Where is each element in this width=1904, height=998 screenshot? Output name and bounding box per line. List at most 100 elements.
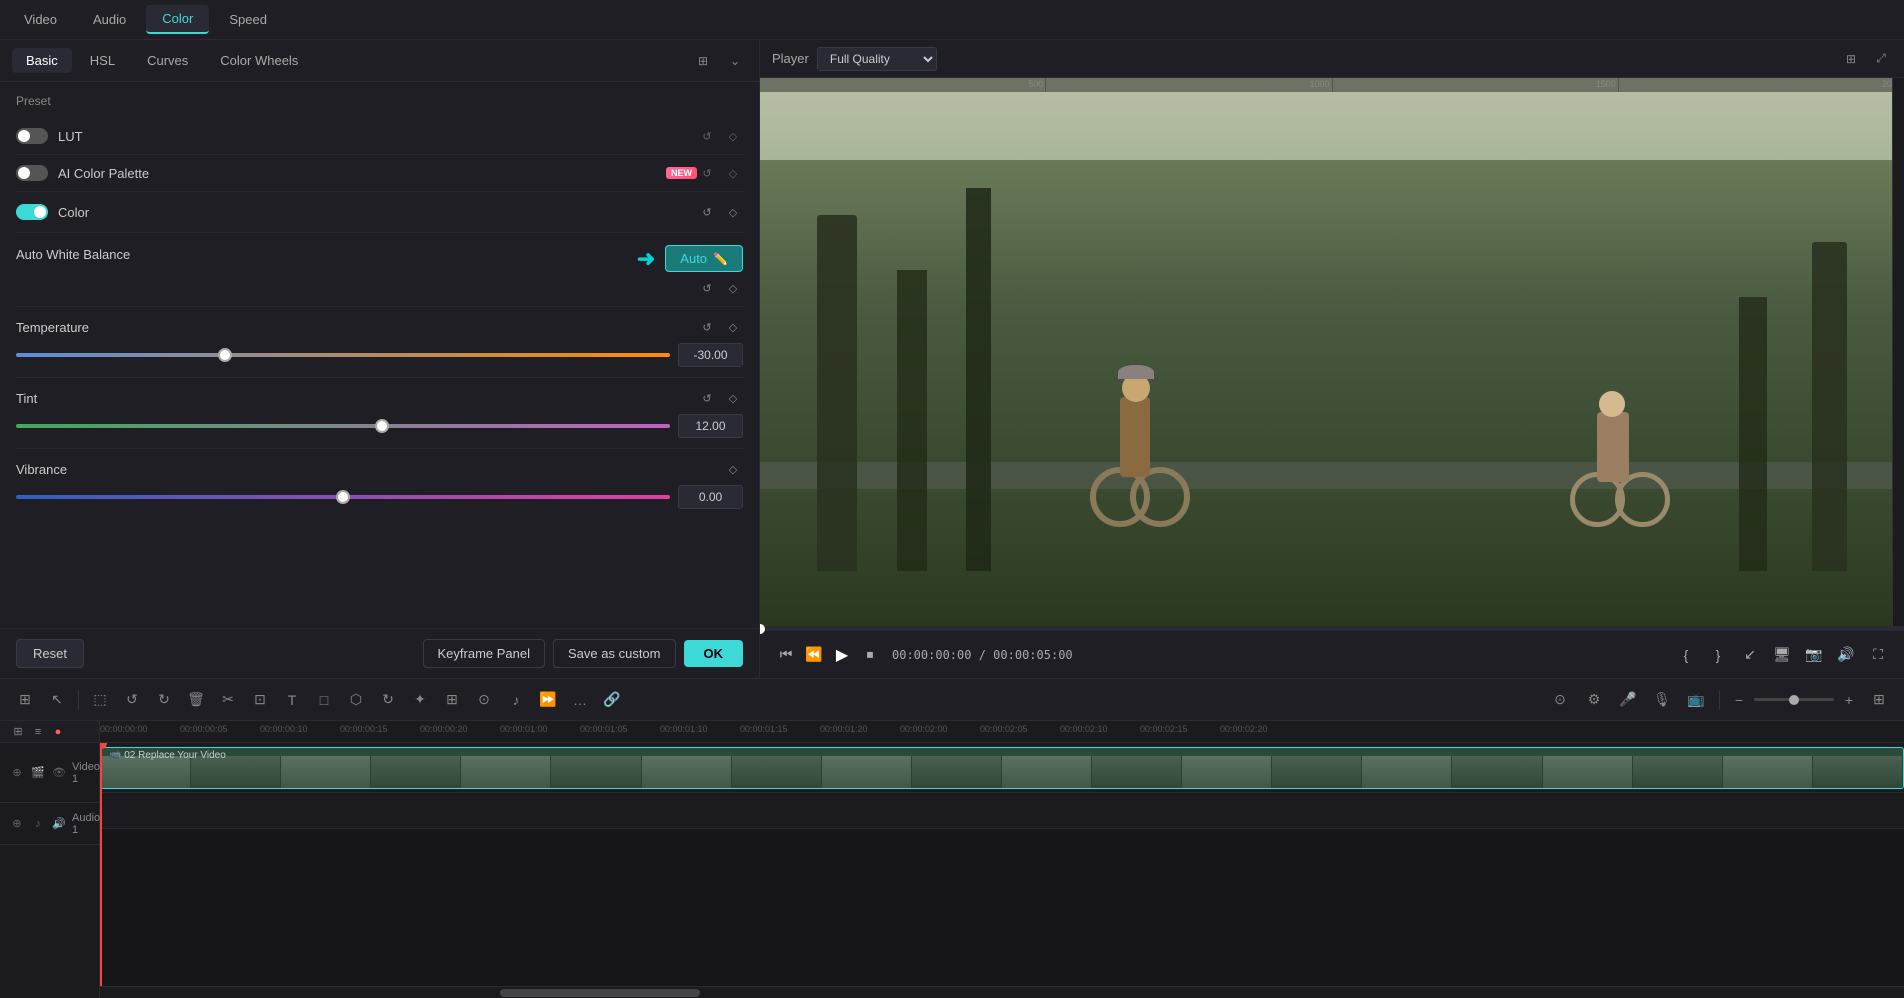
ai-settings-icon[interactable]: ◇ — [723, 163, 743, 183]
delete-icon[interactable]: 🗑 — [181, 685, 211, 715]
text-icon[interactable]: T — [277, 685, 307, 715]
frame-back-button[interactable]: ⏪ — [800, 641, 828, 669]
tint-reset-icon[interactable]: ↺ — [697, 388, 717, 408]
color-settings-icon[interactable]: ◇ — [723, 202, 743, 222]
zoom-in-btn[interactable]: + — [1838, 689, 1860, 711]
voice-icon[interactable]: 🎙 — [1647, 685, 1677, 715]
video-track-add-icon[interactable]: ⊕ — [8, 764, 26, 782]
lut-toggle[interactable] — [16, 128, 48, 144]
grid-view-icon[interactable]: ⊞ — [1840, 48, 1862, 70]
select-icon[interactable]: ↖ — [42, 685, 72, 715]
crop-icon[interactable]: ⊡ — [245, 685, 275, 715]
tab-speed[interactable]: Speed — [213, 6, 283, 33]
progress-bar[interactable] — [760, 627, 1904, 631]
track-seq-icon[interactable]: ≡ — [28, 722, 48, 742]
sticker-icon[interactable]: ⬡ — [341, 685, 371, 715]
video-track-icons: ⊕ 🎬 👁 — [8, 764, 68, 782]
insert-icon[interactable]: ↙ — [1736, 641, 1764, 669]
volume-icon[interactable]: 🔊 — [1832, 641, 1860, 669]
more-icon[interactable]: … — [565, 685, 595, 715]
audio-icon[interactable]: ♪ — [501, 685, 531, 715]
lut-settings-icon[interactable]: ◇ — [723, 126, 743, 146]
video-track-mute-icon[interactable]: 👁 — [50, 764, 68, 782]
reset-button[interactable]: Reset — [16, 639, 84, 668]
subtab-color-wheels[interactable]: Color Wheels — [206, 48, 312, 73]
timeline-ruler[interactable]: 00:00:00:00 00:00:00:05 00:00:00:10 00:0… — [100, 721, 1904, 743]
ai-reset-icon[interactable]: ↺ — [697, 163, 717, 183]
subtab-curves[interactable]: Curves — [133, 48, 202, 73]
mark-in-icon[interactable]: { — [1672, 641, 1700, 669]
effect-icon[interactable]: ✦ — [405, 685, 435, 715]
tint-diamond-icon[interactable]: ◇ — [723, 388, 743, 408]
screen-icon[interactable]: 📺 — [1681, 685, 1711, 715]
filter-icon[interactable]: ⊙ — [469, 685, 499, 715]
temperature-thumb[interactable] — [218, 348, 232, 362]
tab-video[interactable]: Video — [8, 6, 73, 33]
stop-button[interactable]: ⏹ — [856, 641, 884, 669]
fullscreen-icon[interactable]: ⛶ — [1864, 641, 1892, 669]
snapshot-icon[interactable]: 📷 — [1800, 641, 1828, 669]
transition-icon[interactable]: ⊞ — [437, 685, 467, 715]
zoom-slider[interactable] — [1754, 698, 1834, 701]
audio-track-mute-icon[interactable]: 🔊 — [50, 815, 68, 833]
redo-icon[interactable]: ↻ — [149, 685, 179, 715]
vibrance-thumb[interactable] — [336, 490, 350, 504]
grid-layout-icon[interactable]: ⊞ — [1864, 685, 1894, 715]
play-button[interactable]: ▶ — [828, 641, 856, 669]
video-track-media-icon[interactable]: 🎬 — [29, 764, 47, 782]
temperature-track[interactable] — [16, 353, 670, 357]
color-toggle[interactable] — [16, 204, 48, 220]
vibrance-track[interactable] — [16, 495, 670, 499]
marquee-icon[interactable]: ⬚ — [85, 685, 115, 715]
subtab-hsl[interactable]: HSL — [76, 48, 129, 73]
tint-track[interactable] — [16, 424, 670, 428]
marker-icon[interactable]: ⊙ — [1545, 685, 1575, 715]
tint-value[interactable]: 12.00 — [678, 414, 743, 438]
maximize-icon[interactable]: ⤢ — [1870, 48, 1892, 70]
link-icon[interactable]: 🔗 — [597, 685, 627, 715]
vibrance-value[interactable]: 0.00 — [678, 485, 743, 509]
timeline-playhead[interactable] — [100, 743, 102, 986]
quality-select[interactable]: Full Quality Half Quality Quarter Qualit… — [817, 47, 937, 71]
vibrance-diamond-icon[interactable]: ◇ — [723, 459, 743, 479]
color-reset-icon[interactable]: ↺ — [697, 202, 717, 222]
split-icon[interactable]: ✂ — [213, 685, 243, 715]
ai-color-toggle[interactable] — [16, 165, 48, 181]
right-scroll-bar[interactable] — [1892, 78, 1904, 626]
auto-button[interactable]: Auto ✏️ — [665, 245, 743, 272]
settings-icon[interactable]: ⚙ — [1579, 685, 1609, 715]
timeline-scroll[interactable] — [100, 986, 1904, 998]
awb-reset-icon[interactable]: ↺ — [697, 278, 717, 298]
video-clip[interactable]: 📹 02 Replace Your Video — [100, 747, 1904, 789]
mark-out-icon[interactable]: } — [1704, 641, 1732, 669]
skip-back-button[interactable]: ⏮ — [772, 641, 800, 669]
monitor-icon[interactable]: 🖥 — [1768, 641, 1796, 669]
tint-thumb[interactable] — [375, 419, 389, 433]
awb-diamond-icon[interactable]: ◇ — [723, 278, 743, 298]
lut-reset-icon[interactable]: ↺ — [697, 126, 717, 146]
tab-audio[interactable]: Audio — [77, 6, 142, 33]
temperature-diamond-icon[interactable]: ◇ — [723, 317, 743, 337]
panel-view-icon[interactable]: ⊞ — [691, 49, 715, 73]
shape-icon[interactable]: □ — [309, 685, 339, 715]
rotate-icon[interactable]: ↻ — [373, 685, 403, 715]
subtab-basic[interactable]: Basic — [12, 48, 72, 73]
undo-icon[interactable]: ↺ — [117, 685, 147, 715]
track-add-icon[interactable]: ⊞ — [8, 722, 28, 742]
temperature-value[interactable]: -30.00 — [678, 343, 743, 367]
grid-icon[interactable]: ⊞ — [10, 685, 40, 715]
zoom-out-btn[interactable]: − — [1728, 689, 1750, 711]
audio-track-media-icon[interactable]: ♪ — [29, 815, 47, 833]
panel-toggle-icon[interactable]: ⌄ — [723, 49, 747, 73]
speed-icon[interactable]: ⏩ — [533, 685, 563, 715]
scroll-thumb[interactable] — [500, 989, 700, 997]
save-custom-button[interactable]: Save as custom — [553, 639, 676, 668]
track-record-icon[interactable]: ● — [48, 722, 68, 742]
zoom-thumb[interactable] — [1789, 695, 1799, 705]
temperature-reset-icon[interactable]: ↺ — [697, 317, 717, 337]
tab-color[interactable]: Color — [146, 5, 209, 34]
keyframe-panel-button[interactable]: Keyframe Panel — [423, 639, 546, 668]
ok-button[interactable]: OK — [684, 640, 744, 667]
audio-track-add-icon[interactable]: ⊕ — [8, 815, 26, 833]
mic-icon[interactable]: 🎤 — [1613, 685, 1643, 715]
